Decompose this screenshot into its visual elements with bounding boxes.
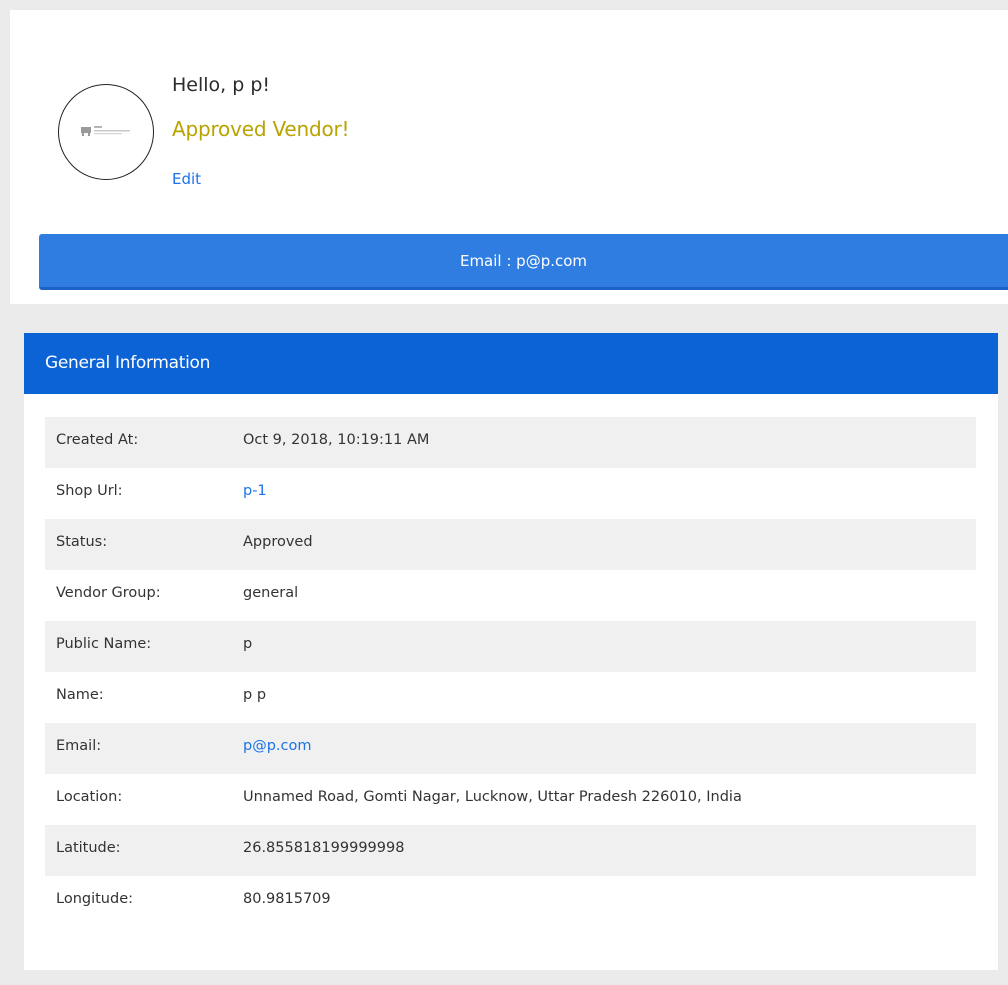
profile-card: Hello, p p! Approved Vendor! Edit Email … [10,10,1008,304]
email-button-label: Email : p@p.com [459,251,588,270]
info-label: Status: [56,534,108,550]
email-button[interactable]: Email : p@p.com [39,234,1008,290]
info-row: Longitude: 80.9815709 [45,876,976,927]
info-label: Created At: [56,432,139,448]
greeting-text: Hello, p p! [172,74,271,96]
info-label: Email: [56,738,102,754]
info-row: Name: p p [45,672,976,723]
info-value-link[interactable]: p-1 [243,468,267,515]
store-logo-icon [81,126,130,136]
info-row: Vendor Group: general [45,570,976,621]
info-row: Location: Unnamed Road, Gomti Nagar, Luck… [45,774,976,825]
info-label: Latitude: [56,840,121,856]
info-label: Vendor Group: [56,585,161,601]
info-value: p p [243,687,267,703]
info-value: Oct 9, 2018, 10:19:11 AM [243,432,430,448]
info-row: Status: Approved [45,519,976,570]
info-label: Name: [56,687,104,703]
edit-profile-link[interactable]: Edit [172,170,201,188]
general-information-card: General Information Created At: Oct 9, 20… [24,333,998,970]
general-information-header: General Information [24,333,998,394]
info-row: Shop Url: p-1 [45,468,976,519]
info-value: Approved [243,534,313,550]
avatar [58,84,154,180]
info-value: general [243,585,299,601]
info-row: Email: p@p.com [45,723,976,774]
info-row: Created At: Oct 9, 2018, 10:19:11 AM [45,417,976,468]
vendor-status-title: Approved Vendor! [172,117,350,141]
info-label: Public Name: [56,636,152,652]
info-label: Location: [56,789,123,805]
info-row: Public Name: p [45,621,976,672]
general-information-table: Created At: Oct 9, 2018, 10:19:11 AM Shop … [45,417,976,927]
vendor-profile-page: Hello, p p! Approved Vendor! Edit Email … [0,0,1008,985]
info-value: p [243,636,253,652]
info-value: 26.855818199999998 [243,840,405,856]
info-label: Shop Url: [56,483,123,499]
info-label: Longitude: [56,891,134,907]
info-row: Latitude: 26.855818199999998 [45,825,976,876]
info-value-link[interactable]: p@p.com [243,723,312,770]
info-value: 80.9815709 [243,891,331,907]
info-value: Unnamed Road, Gomti Nagar, Lucknow, Utta… [243,789,742,805]
